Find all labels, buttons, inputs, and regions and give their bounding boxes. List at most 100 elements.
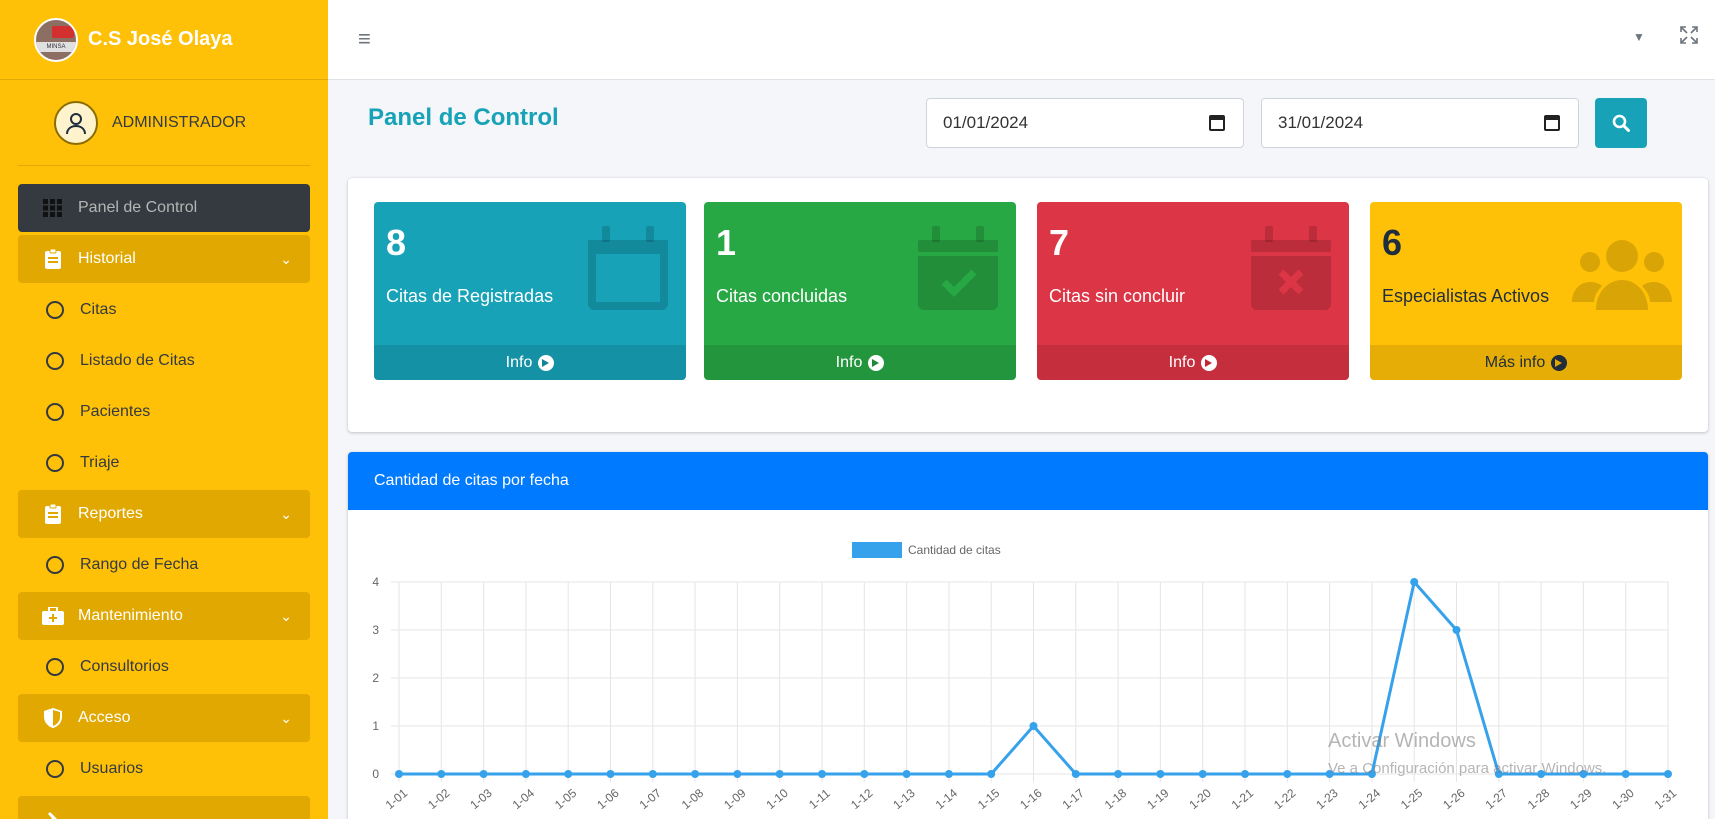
sidebar-item-label: Mantenimiento bbox=[78, 607, 183, 624]
y-tick-label: 2 bbox=[372, 671, 379, 685]
sidebar-item-historial[interactable]: Historial ⌄ bbox=[18, 235, 310, 283]
clipboard-icon bbox=[42, 249, 64, 269]
search-button[interactable] bbox=[1595, 98, 1647, 148]
sidebar-item-reportes[interactable]: Reportes ⌄ bbox=[18, 490, 310, 538]
date-from-input[interactable]: 01/01/2024 bbox=[926, 98, 1244, 148]
sidebar-nav: Panel de Control Historial ⌄ Citas Lista… bbox=[0, 166, 328, 819]
sidebar-item-listado-de-citas[interactable]: Listado de Citas bbox=[18, 337, 310, 385]
brand[interactable]: MINSA C.S José Olaya bbox=[0, 0, 328, 80]
shield-icon bbox=[42, 708, 64, 728]
sidebar-item-pacientes[interactable]: Pacientes bbox=[18, 388, 310, 436]
sidebar: MINSA C.S José Olaya ADMINISTRADOR Panel… bbox=[0, 0, 328, 819]
data-point bbox=[437, 770, 446, 778]
stat-value: 1 bbox=[716, 222, 737, 263]
stat-value: 7 bbox=[1049, 222, 1070, 263]
page-title: Panel de Control bbox=[368, 104, 559, 131]
data-point bbox=[818, 770, 826, 778]
stats-card: 8 Citas de Registradas Info 1 Citas conc… bbox=[348, 178, 1708, 432]
data-point bbox=[860, 770, 869, 778]
circle-icon bbox=[44, 300, 66, 320]
sidebar-item-consultorios[interactable]: Consultorios bbox=[18, 643, 310, 691]
user-avatar-icon bbox=[54, 100, 98, 145]
x-tick-label: 1-21 bbox=[1229, 786, 1257, 812]
data-point bbox=[1283, 770, 1292, 778]
data-point bbox=[395, 770, 403, 778]
data-point bbox=[479, 770, 488, 778]
data-point bbox=[1029, 722, 1038, 730]
sidebar-item-label: Citas bbox=[80, 301, 117, 318]
data-point bbox=[733, 770, 742, 778]
sidebar-item-more[interactable] bbox=[18, 796, 310, 819]
sidebar-item-label: Consultorios bbox=[80, 658, 169, 675]
y-tick-label: 4 bbox=[372, 575, 379, 589]
tools-icon bbox=[42, 810, 64, 819]
chevron-down-icon: ⌄ bbox=[280, 709, 292, 726]
x-tick-label: 1-06 bbox=[594, 786, 622, 812]
chart-card-header: Cantidad de citas por fecha bbox=[348, 452, 1708, 510]
x-tick-label: 1-26 bbox=[1440, 786, 1468, 812]
sidebar-item-label: Triaje bbox=[80, 454, 120, 471]
sidebar-item-label: Acceso bbox=[78, 709, 131, 726]
sidebar-item-rango-de-fecha[interactable]: Rango de Fecha bbox=[18, 541, 310, 589]
circle-icon bbox=[44, 657, 66, 677]
hamburger-icon[interactable]: ≡ bbox=[358, 26, 371, 52]
x-tick-label: 1-24 bbox=[1356, 786, 1384, 812]
x-tick-label: 1-04 bbox=[510, 786, 538, 812]
x-tick-label: 1-07 bbox=[637, 786, 665, 812]
sidebar-item-triaje[interactable]: Triaje bbox=[18, 439, 310, 487]
brand-name: C.S José Olaya bbox=[88, 28, 233, 50]
x-tick-label: 1-02 bbox=[425, 786, 453, 812]
x-tick-label: 1-11 bbox=[806, 786, 833, 812]
x-tick-label: 1-31 bbox=[1652, 786, 1680, 812]
stat-info-link[interactable]: Más info bbox=[1370, 345, 1682, 380]
calendar-check-icon bbox=[918, 226, 998, 310]
sidebar-item-panel-de-control[interactable]: Panel de Control bbox=[18, 184, 310, 232]
data-point bbox=[691, 770, 700, 778]
stat-info-link[interactable]: Info bbox=[374, 345, 686, 380]
sidebar-item-label: Rango de Fecha bbox=[80, 556, 199, 573]
sidebar-item-citas[interactable]: Citas bbox=[18, 286, 310, 334]
calendar-icon[interactable] bbox=[1544, 115, 1560, 131]
user-panel[interactable]: ADMINISTRADOR bbox=[18, 80, 310, 166]
sidebar-item-acceso[interactable]: Acceso ⌄ bbox=[18, 694, 310, 742]
date-from-value: 01/01/2024 bbox=[943, 113, 1029, 132]
y-tick-label: 0 bbox=[372, 767, 379, 781]
sidebar-item-mantenimiento[interactable]: Mantenimiento ⌄ bbox=[18, 592, 310, 640]
sidebar-item-usuarios[interactable]: Usuarios bbox=[18, 745, 310, 793]
stat-info-link[interactable]: Info bbox=[704, 345, 1016, 380]
calendar-icon[interactable] bbox=[1209, 115, 1225, 131]
x-tick-label: 1-03 bbox=[467, 786, 495, 812]
arrow-circle-right-icon bbox=[1551, 354, 1568, 371]
data-point bbox=[606, 770, 615, 778]
stat-info-link[interactable]: Info bbox=[1037, 345, 1349, 380]
data-point bbox=[564, 770, 573, 778]
caret-down-icon[interactable]: ▼ bbox=[1633, 30, 1645, 44]
x-tick-label: 1-28 bbox=[1525, 786, 1553, 812]
data-point bbox=[521, 770, 530, 778]
circle-icon bbox=[44, 351, 66, 371]
chevron-down-icon: ⌄ bbox=[280, 505, 292, 522]
data-point bbox=[1410, 578, 1419, 586]
data-point bbox=[1664, 770, 1672, 778]
x-tick-label: 1-23 bbox=[1313, 786, 1341, 812]
sidebar-item-label: Listado de Citas bbox=[80, 352, 195, 369]
data-point bbox=[987, 770, 996, 778]
x-tick-label: 1-15 bbox=[975, 786, 1003, 812]
data-point bbox=[775, 770, 784, 778]
circle-icon bbox=[44, 759, 66, 779]
data-point bbox=[902, 770, 911, 778]
y-tick-label: 1 bbox=[372, 719, 379, 733]
expand-icon[interactable] bbox=[1680, 26, 1698, 49]
user-role: ADMINISTRADOR bbox=[112, 113, 247, 131]
stat-label: Especialistas Activos bbox=[1382, 286, 1550, 306]
date-to-input[interactable]: 31/01/2024 bbox=[1261, 98, 1579, 148]
data-point bbox=[1452, 626, 1461, 634]
x-tick-label: 1-01 bbox=[383, 786, 411, 812]
stat-box-sin-concluir: 7 Citas sin concluir Info bbox=[1037, 202, 1349, 380]
x-tick-label: 1-13 bbox=[890, 786, 918, 812]
sidebar-item-label: Historial bbox=[78, 250, 136, 267]
windows-activation-subtitle: Ve a Configuración para activar Windows. bbox=[1328, 760, 1607, 777]
arrow-circle-right-icon bbox=[868, 354, 885, 371]
data-point bbox=[1241, 770, 1249, 778]
calendar-icon bbox=[588, 226, 668, 310]
